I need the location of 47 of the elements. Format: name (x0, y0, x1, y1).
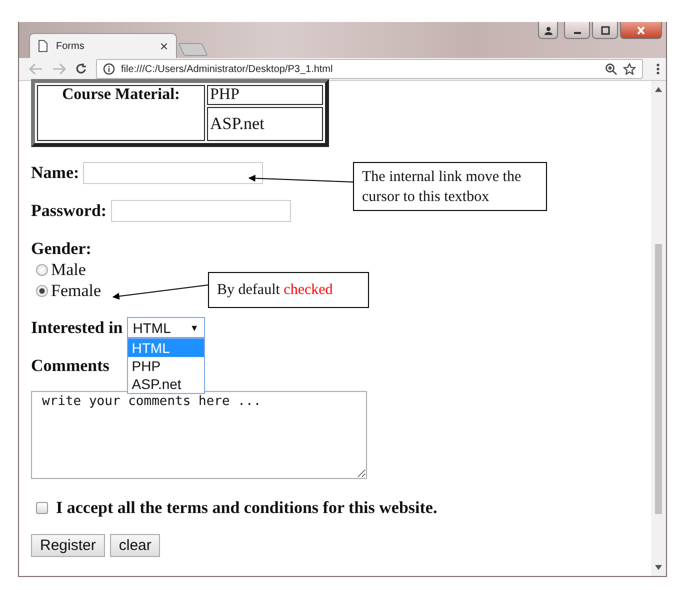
radio-button[interactable] (36, 264, 48, 276)
name-field[interactable] (83, 162, 264, 184)
scroll-down-icon[interactable] (655, 565, 662, 570)
terms-label: I accept all the terms and conditions for this website. (56, 498, 438, 518)
url-text: file:///C:/Users/Administrator/Desktop/P3_1.html (121, 64, 334, 74)
dropdown-option[interactable]: PHP (128, 357, 204, 375)
browser-tab[interactable]: Forms × (29, 33, 177, 58)
minimize-button[interactable] (564, 22, 590, 39)
comments-field[interactable]: write your comments here ... (31, 391, 367, 479)
scroll-up-icon[interactable] (655, 87, 662, 92)
user-icon (544, 26, 552, 34)
zoom-icon[interactable] (605, 63, 617, 75)
interest-label: Interested in (31, 318, 123, 338)
dropdown[interactable]: HTML ▼ (126, 317, 205, 338)
radio-label: Male (51, 260, 86, 280)
scrollbar[interactable] (651, 81, 666, 576)
profile-button[interactable] (538, 22, 558, 39)
close-tab-button[interactable]: × (160, 39, 168, 53)
password-label: Password: (31, 201, 107, 221)
dropdown-option[interactable]: ASP.net (128, 375, 204, 393)
tab-title: Forms (56, 40, 86, 52)
info-icon (103, 63, 115, 75)
maximize-icon (600, 26, 610, 34)
radio-button[interactable] (36, 284, 48, 296)
name-label: Name: (31, 163, 80, 183)
comments-label: Comments (31, 356, 110, 375)
reload-icon[interactable] (75, 63, 87, 75)
menu-icon[interactable] (656, 63, 660, 75)
table-cell: Course Material: (62, 86, 180, 103)
radio-label: Female (51, 280, 102, 300)
star-icon[interactable] (623, 63, 636, 75)
page-icon (38, 40, 48, 52)
password-field[interactable] (110, 200, 291, 222)
callout-text: The internal link move the cursor to this textbox (362, 169, 522, 205)
form-button[interactable]: clear (110, 534, 160, 557)
gender-label: Gender: (31, 239, 92, 258)
minimize-icon (574, 32, 580, 34)
checkbox[interactable] (36, 502, 48, 514)
close-icon (636, 26, 646, 34)
close-button[interactable] (620, 22, 662, 39)
address-bar[interactable]: file:///C:/Users/Administrator/Desktop/P3_1.html (96, 59, 643, 79)
callout-text: By default checked (217, 282, 333, 298)
form-button[interactable]: Register (31, 534, 105, 557)
table-cell: PHP (210, 86, 240, 103)
maximize-button[interactable] (592, 22, 618, 39)
scrollbar-thumb[interactable] (655, 244, 662, 514)
table-cell: ASP.net (210, 114, 264, 133)
